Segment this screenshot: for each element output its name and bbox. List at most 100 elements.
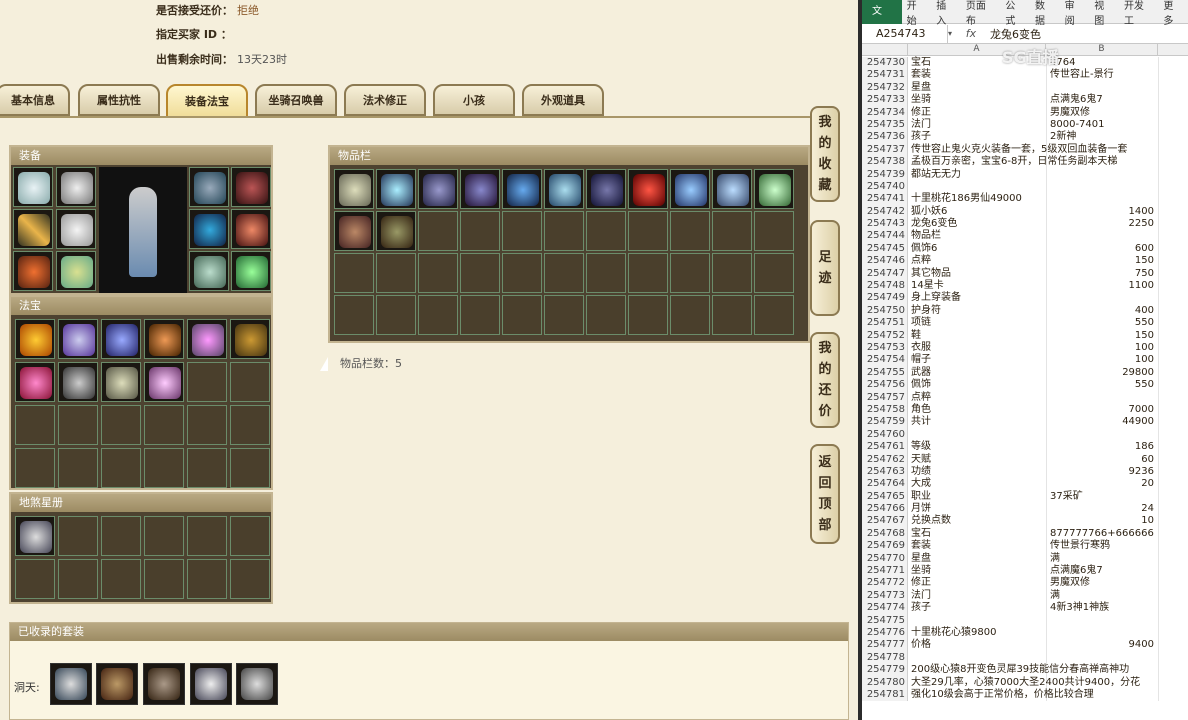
cell-b[interactable] — [1046, 614, 1158, 627]
suit-item-3[interactable] — [143, 663, 185, 705]
table-row[interactable]: 254762 天赋 60 — [862, 453, 1188, 466]
suit-item-2[interactable] — [96, 663, 138, 705]
cell-a[interactable]: 坐骑 — [908, 565, 1046, 577]
table-row[interactable]: 254742 狐小妖6 1400 — [862, 205, 1188, 219]
ribbon-tab-formulas[interactable]: 公式 — [1000, 0, 1030, 27]
cell-b[interactable]: 10 — [1046, 515, 1158, 528]
row-number[interactable]: 254730 — [862, 57, 908, 70]
cell-c[interactable] — [1158, 602, 1188, 615]
name-box[interactable]: A254743 — [862, 24, 948, 43]
table-row[interactable]: 254731 套装 传世容止-景行 — [862, 69, 1188, 82]
row-number[interactable]: 254756 — [862, 379, 908, 392]
cell-a[interactable]: 武器 — [908, 367, 1046, 379]
inventory-slot-8[interactable] — [628, 169, 668, 209]
row-number[interactable]: 254738 — [862, 156, 908, 169]
cell-b[interactable]: 550 — [1046, 379, 1158, 392]
tab-appearance[interactable]: 外观道具 — [522, 84, 604, 116]
cell-b[interactable]: 2250 — [1046, 218, 1158, 231]
table-row[interactable]: 254761 等级 186 — [862, 441, 1188, 454]
cell-c[interactable] — [1158, 106, 1188, 119]
inventory-slot-4[interactable] — [460, 169, 500, 209]
ribbon-tab-developer[interactable]: 开发工 — [1119, 0, 1158, 27]
cell-b[interactable]: 150 — [1046, 255, 1158, 268]
cell-c[interactable] — [1158, 81, 1188, 95]
tab-children[interactable]: 小孩 — [433, 84, 515, 116]
row-number[interactable]: 254755 — [862, 366, 908, 380]
cell-a[interactable]: 护身符 — [908, 305, 1046, 317]
row-number[interactable]: 254733 — [862, 94, 908, 107]
back-to-top-button[interactable]: 返回顶部 — [810, 444, 840, 544]
table-row[interactable]: 254749 身上穿装备 — [862, 292, 1188, 305]
cell-c[interactable] — [1158, 242, 1188, 256]
table-row[interactable]: 254752 鞋 150 — [862, 329, 1188, 342]
tab-equipment[interactable]: 装备法宝 — [166, 84, 248, 118]
cell-a[interactable]: 天赋 — [908, 454, 1046, 466]
cell-c[interactable] — [1158, 94, 1188, 107]
cell-b[interactable]: 100 — [1046, 341, 1158, 355]
cell-c[interactable] — [1158, 664, 1188, 677]
cell-c[interactable] — [1158, 626, 1188, 640]
cell-c[interactable] — [1158, 428, 1188, 442]
row-number[interactable]: 254741 — [862, 193, 908, 206]
equip-slot-8[interactable] — [231, 167, 271, 207]
cell-b[interactable]: 男魔双修 — [1046, 106, 1158, 119]
cell-b[interactable]: 29800 — [1046, 366, 1158, 380]
treasure-slot-4[interactable] — [144, 319, 184, 359]
ribbon-tab-view[interactable]: 视图 — [1089, 0, 1119, 27]
cell-a[interactable]: 修正 — [908, 577, 1046, 589]
cell-c[interactable] — [1158, 118, 1188, 132]
row-number[interactable]: 254737 — [862, 143, 908, 157]
cell-c[interactable] — [1158, 354, 1188, 367]
tab-mounts-pets[interactable]: 坐骑召唤兽 — [255, 84, 337, 116]
cell-a[interactable]: 职业 — [908, 491, 1046, 503]
column-b-header[interactable]: B — [1046, 44, 1158, 55]
cell-c[interactable] — [1158, 589, 1188, 603]
cell-b[interactable]: 24 — [1046, 503, 1158, 516]
cell-c[interactable] — [1158, 280, 1188, 293]
table-row[interactable]: 254754 帽子 100 — [862, 354, 1188, 367]
row-number[interactable]: 254768 — [862, 527, 908, 541]
cell-a[interactable]: 套装 — [908, 540, 1046, 552]
row-number[interactable]: 254778 — [862, 651, 908, 665]
cell-b[interactable]: 37采矿 — [1046, 490, 1158, 504]
cell-a[interactable]: 角色 — [908, 404, 1046, 416]
cell-c[interactable] — [1158, 304, 1188, 318]
cell-a[interactable]: 点粹 — [908, 392, 1046, 404]
cell-a[interactable]: 身上穿装备 — [908, 292, 1046, 304]
cell-c[interactable] — [1158, 292, 1188, 305]
cell-c[interactable] — [1158, 565, 1188, 578]
cell-b[interactable]: 44900 — [1046, 416, 1158, 429]
cell-a[interactable]: 法门 — [908, 119, 1046, 131]
equip-slot-2[interactable] — [56, 167, 96, 207]
table-row[interactable]: 254772 修正 男魔双修 — [862, 577, 1188, 590]
ribbon-tab-more[interactable]: 更多 — [1158, 0, 1188, 27]
cell-c[interactable] — [1158, 255, 1188, 268]
cell-a[interactable]: 物品栏 — [908, 230, 1046, 242]
cell-b[interactable]: 4764 — [1046, 57, 1158, 70]
table-row[interactable]: 254739 都站无无力 — [862, 168, 1188, 181]
row-number[interactable]: 254747 — [862, 267, 908, 281]
footprint-button[interactable]: 足迹 — [810, 220, 840, 316]
cell-b[interactable]: 20 — [1046, 478, 1158, 491]
cell-b[interactable]: 400 — [1046, 304, 1158, 318]
row-number[interactable]: 254765 — [862, 490, 908, 504]
cell-c[interactable] — [1158, 403, 1188, 417]
cell-a[interactable]: 功绩 — [908, 466, 1046, 478]
cell-c[interactable] — [1158, 676, 1188, 689]
ribbon-tab-insert[interactable]: 插入 — [931, 0, 961, 27]
cell-b[interactable]: 750 — [1046, 267, 1158, 281]
cell-a[interactable]: 14星卡 — [908, 280, 1046, 292]
cell-b[interactable] — [1046, 81, 1158, 95]
cell-b[interactable]: 7000 — [1046, 403, 1158, 417]
cell-b[interactable]: 传世容止-景行 — [1046, 69, 1158, 82]
inventory-slot-3[interactable] — [418, 169, 458, 209]
cell-b[interactable]: 男魔双修 — [1046, 577, 1158, 590]
table-row[interactable]: 254777 价格 9400 — [862, 639, 1188, 652]
cell-c[interactable] — [1158, 527, 1188, 541]
inventory-slot-2[interactable] — [376, 169, 416, 209]
cell-a[interactable]: 鞋 — [908, 330, 1046, 342]
cell-a[interactable]: 强化10级会高于正常价格，价格比较合理 — [908, 689, 1094, 701]
row-number[interactable]: 254750 — [862, 304, 908, 318]
cell-c[interactable] — [1158, 69, 1188, 82]
treasure-slot-8[interactable] — [58, 362, 98, 402]
